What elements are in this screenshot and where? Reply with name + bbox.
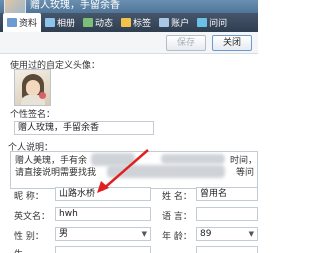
annotation-arrow xyxy=(97,149,149,193)
